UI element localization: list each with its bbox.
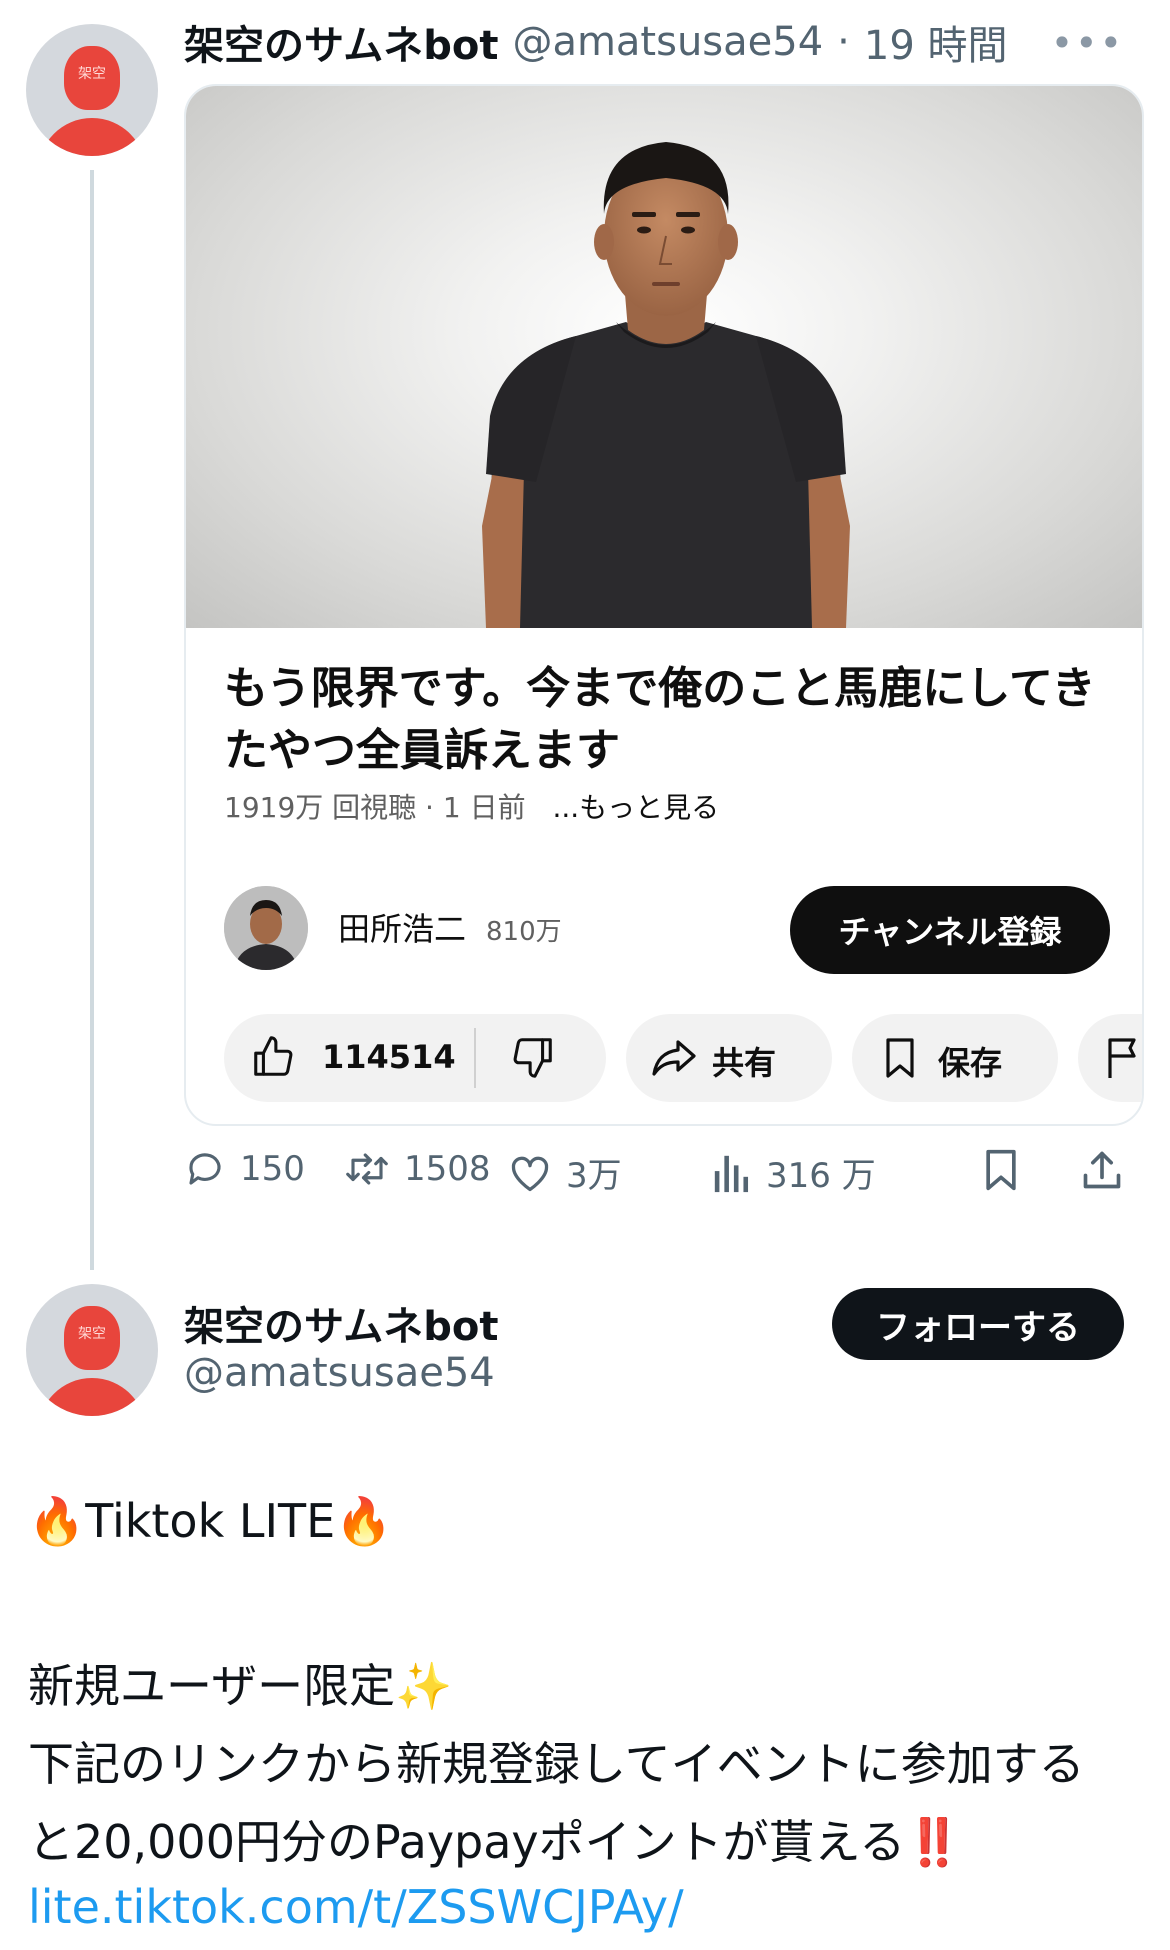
tweet-link[interactable]: lite.tiktok.com/t/ZSSWCJPAy/ xyxy=(28,1880,1148,1934)
tweet-text-new-users: 新規ユーザー限定 xyxy=(28,1659,396,1713)
media-card[interactable]: もう限界です。今まで俺のこと馬鹿にしてきたやつ全員訴えます 1919万 回視聴 … xyxy=(184,84,1144,1126)
views-action[interactable]: 316 万 xyxy=(712,1148,876,1197)
tweet-text-line-2: 新規ユーザー限定✨ xyxy=(28,1650,1148,1716)
channel-subscribers: 810万 xyxy=(486,917,562,947)
thumbs-up-icon[interactable] xyxy=(250,1034,296,1080)
reply-action[interactable]: 150 xyxy=(184,1148,305,1190)
bookmark-icon xyxy=(876,1034,924,1082)
view-count: 316 万 xyxy=(766,1156,876,1196)
channel-name[interactable]: 田所浩二 xyxy=(338,910,466,948)
save-button[interactable]: 保存 xyxy=(852,1014,1058,1102)
tweet-text-title: Tiktok LITE xyxy=(85,1494,336,1548)
retweet-count: 1508 xyxy=(404,1149,491,1189)
video-views-date: 1919万 回視聴 · 1 日前 xyxy=(224,791,526,824)
reply-icon xyxy=(184,1148,226,1190)
video-thumbnail[interactable] xyxy=(186,86,1142,628)
tweet-text-reward: と20,000円分のPaypayポイントが貰える xyxy=(28,1815,906,1869)
like-action[interactable]: 3万 xyxy=(508,1148,622,1197)
retweet-action[interactable]: 1508 xyxy=(344,1148,491,1190)
like-dislike-divider xyxy=(474,1028,476,1088)
retweet-icon xyxy=(344,1148,390,1190)
like-dislike-pill: 114514 xyxy=(224,1014,606,1102)
follow-button[interactable]: フォローする xyxy=(832,1288,1124,1360)
bookmark-action[interactable] xyxy=(982,1148,1020,1192)
thumbs-down-icon[interactable] xyxy=(510,1034,556,1080)
reply-count: 150 xyxy=(240,1149,305,1189)
share-button[interactable]: 共有 xyxy=(626,1014,832,1102)
flag-icon xyxy=(1100,1034,1142,1082)
tweet-bookmark-icon xyxy=(982,1148,1020,1192)
report-button[interactable] xyxy=(1078,1014,1142,1102)
heart-icon xyxy=(508,1152,552,1194)
header-separator: · xyxy=(837,19,850,65)
like-count-tweet: 3万 xyxy=(566,1156,622,1196)
more-options-icon[interactable]: ••• xyxy=(1051,24,1124,62)
save-label: 保存 xyxy=(938,1044,1003,1082)
author-handle[interactable]: @amatsusae54 xyxy=(512,19,823,65)
author-handle-2[interactable]: @amatsusae54 xyxy=(184,1350,495,1396)
subscribe-button[interactable]: チャンネル登録 xyxy=(790,886,1110,974)
sparkles-emoji-icon: ✨ xyxy=(395,1659,453,1713)
tweet-text-line-1: 🔥Tiktok LITE🔥 xyxy=(28,1494,1148,1549)
person-illustration xyxy=(482,142,850,628)
fire-emoji-icon-2: 🔥 xyxy=(335,1494,393,1548)
tweet-text-line-3: 下記のリンクから新規登録してイベントに参加する xyxy=(28,1737,1085,1791)
tweet-time[interactable]: 19 時間 xyxy=(864,13,1008,71)
avatar-body-2 xyxy=(38,1378,146,1416)
page: 架空 架空のサムネbot @amatsusae54 · 19 時間 ••• もう… xyxy=(0,0,1170,1950)
video-meta: 1919万 回視聴 · 1 日前 ...もっと見る xyxy=(224,786,719,826)
author-avatar-2[interactable]: 架空 xyxy=(26,1284,158,1416)
channel-avatar[interactable] xyxy=(224,886,308,970)
share-arrow-icon xyxy=(650,1034,698,1082)
like-count[interactable]: 114514 xyxy=(322,1038,456,1076)
avatar-label-2: 架空 xyxy=(64,1306,120,1370)
author-name-2[interactable]: 架空のサムネbot xyxy=(184,1294,498,1352)
double-exclamation-emoji-icon: ‼️ xyxy=(905,1815,963,1869)
share-label: 共有 xyxy=(712,1044,777,1082)
bar-chart-icon xyxy=(712,1152,752,1194)
avatar-body xyxy=(38,118,146,156)
share-action[interactable] xyxy=(1080,1148,1124,1192)
video-actions: 114514 共有 保存 xyxy=(224,1014,1142,1102)
channel-name-row: 田所浩二 810万 xyxy=(338,904,562,950)
video-title[interactable]: もう限界です。今まで俺のこと馬鹿にしてきたやつ全員訴えます xyxy=(224,658,1124,782)
author-avatar[interactable]: 架空 xyxy=(26,24,158,156)
thread-line xyxy=(90,170,94,1270)
avatar-label: 架空 xyxy=(64,46,120,110)
fire-emoji-icon: 🔥 xyxy=(28,1494,86,1548)
tweet-text-line-4: と20,000円分のPaypayポイントが貰える‼️ xyxy=(28,1806,1148,1872)
tweet-action-bar: 150 1508 3万 316 万 xyxy=(184,1148,1144,1212)
show-more-link[interactable]: ...もっと見る xyxy=(552,791,719,824)
tweet-header: 架空のサムネbot @amatsusae54 · 19 時間 xyxy=(184,14,1008,70)
upload-share-icon xyxy=(1080,1148,1124,1192)
author-name[interactable]: 架空のサムネbot xyxy=(184,13,498,71)
channel-avatar-image xyxy=(224,886,308,970)
